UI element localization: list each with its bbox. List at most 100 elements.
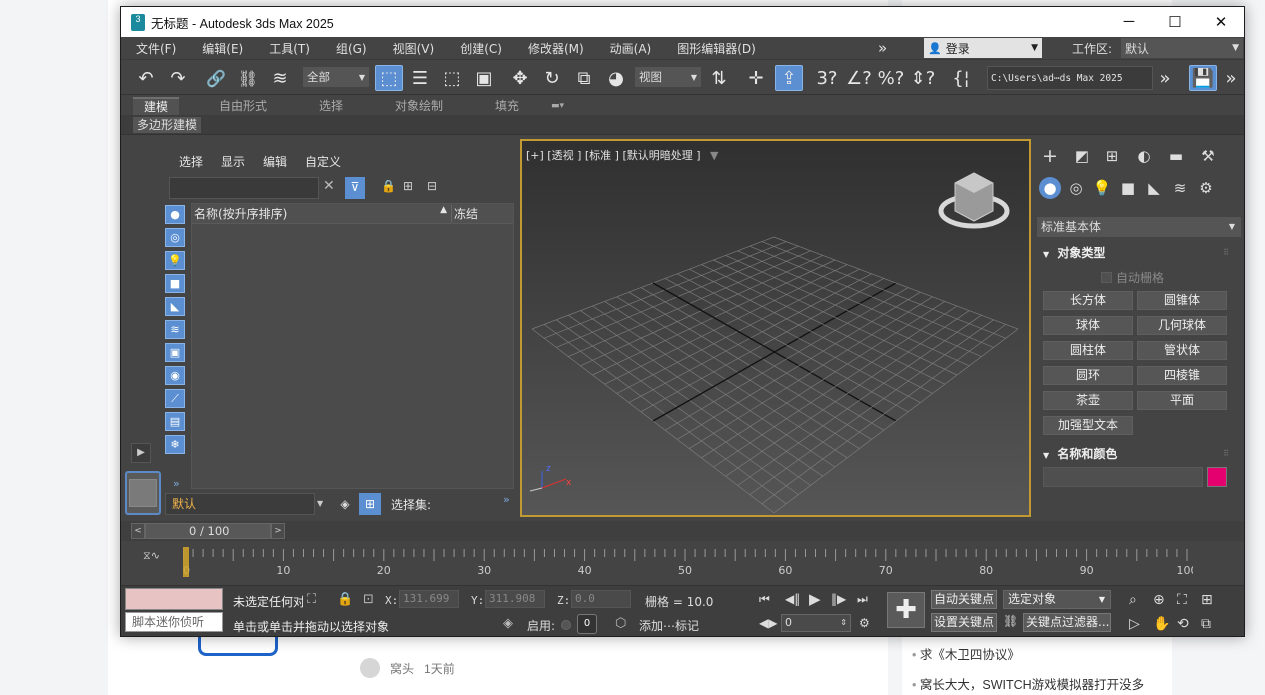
polygon-modeling-label[interactable]: 多边形建模 <box>133 117 202 133</box>
absolute-mode-icon[interactable]: ⊡ <box>363 592 374 607</box>
next-key-icon[interactable]: ‖▶ <box>831 592 846 606</box>
post-author[interactable]: 窝头 <box>390 660 414 677</box>
key-filters-button[interactable]: 关键点过滤器... <box>1023 613 1111 632</box>
angle-snap-icon[interactable]: ∠? <box>845 65 873 91</box>
undo-icon[interactable]: ↶ <box>133 65 159 91</box>
rectangular-selection-icon[interactable]: ⬚ <box>439 65 465 91</box>
object-color-swatch[interactable] <box>1207 467 1227 487</box>
menu-modifiers[interactable]: 修改器(M) <box>515 40 597 57</box>
perspective-viewport[interactable]: [+] [透视 ] [标准 ] [默认明暗处理 ] ▼ z x <box>520 139 1031 517</box>
unlink-icon[interactable]: ⛓ <box>235 65 261 91</box>
geometry-filter-icon[interactable]: ● <box>165 205 185 224</box>
scene-explorer-icon[interactable]: ⊞ <box>359 493 381 515</box>
select-manipulate-icon[interactable]: ✛ <box>743 65 769 91</box>
menu-more-button[interactable]: » <box>878 39 887 57</box>
set-key-button[interactable]: 设置关键点 <box>931 613 998 632</box>
expand-button[interactable]: ▶ <box>131 443 151 463</box>
teapot-button[interactable]: 茶壶 <box>1043 391 1133 410</box>
viewport-layout-thumbnail[interactable] <box>125 471 161 515</box>
viewcube-icon[interactable] <box>938 172 1010 229</box>
cylinder-button[interactable]: 圆柱体 <box>1043 341 1133 360</box>
layer-explorer-icon[interactable]: ◈ <box>335 493 355 515</box>
geometry-category-icon[interactable]: ● <box>1039 177 1061 199</box>
motion-tab-icon[interactable]: ◐ <box>1133 145 1155 167</box>
scale-icon[interactable]: ⧉ <box>571 65 597 91</box>
column-name[interactable]: 名称(按升序排序) ▲ <box>192 205 451 222</box>
adaptive-degradation-icon[interactable]: ◈ <box>503 616 513 631</box>
rotate-icon[interactable]: ↻ <box>539 65 565 91</box>
select-object-icon[interactable]: ⬚ <box>375 65 403 91</box>
background-link[interactable]: 窝长大大，SWITCH游戏模拟器打开没多 <box>912 670 1144 695</box>
lock-icon[interactable]: 🔒 <box>381 179 396 193</box>
percent-snap-icon[interactable]: %? <box>877 65 905 91</box>
next-frame-button[interactable]: > <box>271 523 285 539</box>
current-frame-marker[interactable] <box>183 547 189 577</box>
menu-animation[interactable]: 动画(A) <box>597 40 665 57</box>
redo-icon[interactable]: ↷ <box>165 65 191 91</box>
go-to-start-icon[interactable]: ⏮ <box>759 592 770 607</box>
helpers-category-icon[interactable]: ◣ <box>1143 177 1165 199</box>
time-tag-radio[interactable] <box>561 620 571 630</box>
pan-view-icon[interactable]: ✋ <box>1153 616 1170 632</box>
project-path-field[interactable]: C:\Users\ad⋯ds Max 2025 <box>987 66 1153 90</box>
zoom-extents-all-icon[interactable]: ⊞ <box>1201 592 1213 608</box>
keyboard-shortcut-override-icon[interactable]: ⇪ <box>775 65 803 91</box>
current-frame-field[interactable]: 0 ⇕ <box>781 614 851 632</box>
systems-category-icon[interactable]: ⚙ <box>1195 177 1217 199</box>
field-of-view-icon[interactable]: ▷ <box>1129 616 1140 632</box>
maxscript-listener-input[interactable]: 脚本迷你侦听 <box>125 612 223 632</box>
menu-tools[interactable]: 工具(T) <box>256 40 323 57</box>
project-more-button[interactable]: » <box>1155 65 1175 91</box>
cameras-category-icon[interactable]: ■ <box>1117 177 1139 199</box>
menu-views[interactable]: 视图(V) <box>380 40 448 57</box>
key-filter-icon[interactable]: ⛓ <box>1003 614 1018 628</box>
selection-filter-select[interactable]: 全部 ▼ <box>303 67 369 87</box>
reference-coordinate-select[interactable]: 视图 ▼ <box>635 67 701 87</box>
go-to-end-icon[interactable]: ⏭ <box>857 592 868 607</box>
add-time-tag[interactable]: 添加⋯标记 <box>639 617 699 634</box>
tab-freeform[interactable]: 自由形式 <box>219 97 267 115</box>
spacewarps-category-icon[interactable]: ≋ <box>1169 177 1191 199</box>
expand-more-icon[interactable]: » <box>173 477 180 490</box>
torus-button[interactable]: 圆环 <box>1043 366 1133 385</box>
menu-create[interactable]: 创建(C) <box>447 40 515 57</box>
containers-filter-icon[interactable]: ▤ <box>165 412 185 431</box>
x-coordinate-field[interactable]: 131.699 <box>399 590 459 608</box>
play-icon[interactable]: ▶ <box>809 590 821 608</box>
utilities-tab-icon[interactable]: ⚒ <box>1197 145 1219 167</box>
maximize-button[interactable]: ☐ <box>1152 13 1198 31</box>
previous-frame-button[interactable]: < <box>131 523 145 539</box>
selection-lock-icon[interactable]: 🔒 <box>337 592 353 607</box>
tab-object-paint[interactable]: 对象绘制 <box>395 97 443 115</box>
pyramid-button[interactable]: 四棱锥 <box>1137 366 1227 385</box>
groups-filter-icon[interactable]: ▣ <box>165 343 185 362</box>
zoom-all-icon[interactable]: ⊕ <box>1153 592 1165 608</box>
explorer-menu-display[interactable]: 显示 <box>221 153 245 170</box>
link-icon[interactable]: 🔗 <box>203 65 229 91</box>
menu-file[interactable]: 文件(F) <box>123 40 189 57</box>
workspace-select[interactable]: 默认 ▼ <box>1121 38 1243 58</box>
toolbar-more-button[interactable]: » <box>1221 65 1241 91</box>
curve-editor-icon[interactable]: ⧖∿ <box>143 549 160 563</box>
explorer-menu-select[interactable]: 选择 <box>179 153 203 170</box>
spacewarps-filter-icon[interactable]: ≋ <box>165 320 185 339</box>
textplus-button[interactable]: 加强型文本 <box>1043 416 1133 435</box>
hierarchy-expand-icon[interactable]: ⊞ <box>403 179 413 193</box>
filter-icon[interactable]: ⊽ <box>345 177 365 199</box>
geosphere-button[interactable]: 几何球体 <box>1137 316 1227 335</box>
hierarchy-tab-icon[interactable]: ⊞ <box>1101 145 1123 167</box>
autogrid-checkbox[interactable]: 自动栅格 <box>1101 269 1164 286</box>
close-button[interactable]: ✕ <box>1198 13 1244 31</box>
y-coordinate-field[interactable]: 311.908 <box>485 590 545 608</box>
layer-select[interactable]: 默认 <box>165 493 315 515</box>
menu-graph-editors[interactable]: 图形编辑器(D) <box>664 40 769 57</box>
shapes-filter-icon[interactable]: ◎ <box>165 228 185 247</box>
explorer-menu-customize[interactable]: 自定义 <box>305 153 341 170</box>
bind-spacewarp-icon[interactable]: ≋ <box>267 65 293 91</box>
auto-key-button[interactable]: 自动关键点 <box>931 590 998 609</box>
maximize-viewport-icon[interactable]: ⧉ <box>1201 616 1211 632</box>
isolate-selection-icon[interactable]: ⛶ <box>307 592 316 607</box>
menu-group[interactable]: 组(G) <box>323 40 380 57</box>
login-dropdown[interactable]: 👤 登录 ▼ <box>924 38 1042 58</box>
key-target-select[interactable]: 选定对象 ▼ <box>1003 590 1111 609</box>
